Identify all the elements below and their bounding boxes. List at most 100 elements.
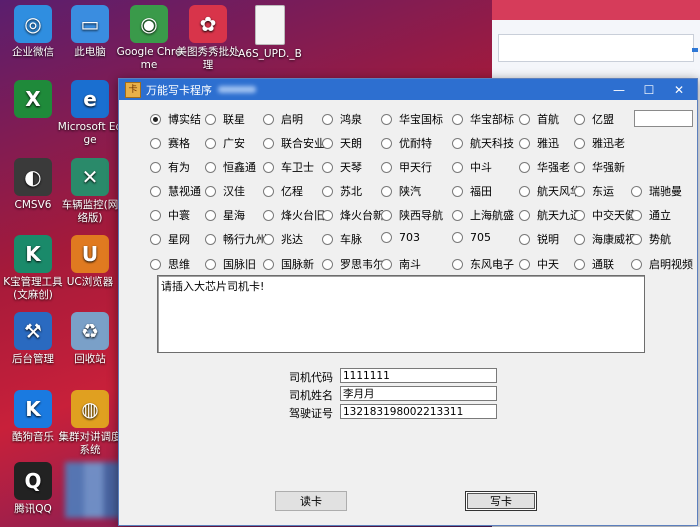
maximize-icon[interactable]: ☐ <box>635 79 663 100</box>
desktop-icon[interactable]: ◍ 集群对讲调度系统 <box>57 390 123 457</box>
radio-dot-icon <box>205 233 216 245</box>
desktop-icon[interactable]: ▭ 此电脑 <box>57 5 123 59</box>
protocol-radio[interactable]: 703 <box>381 231 420 244</box>
protocol-radio[interactable]: 海康威视 <box>574 231 636 247</box>
protocol-radio[interactable]: 705 <box>452 231 491 244</box>
desktop-icon[interactable]: Q 腾讯QQ <box>0 462 66 516</box>
protocol-radio[interactable]: 华强新 <box>574 159 625 175</box>
protocol-radio[interactable]: 通立 <box>631 207 671 223</box>
protocol-radio[interactable]: 车卫士 <box>263 159 314 175</box>
protocol-radio[interactable]: 华宝国标 <box>381 111 443 127</box>
protocol-radio[interactable]: 罗思韦尔 <box>322 256 384 272</box>
write-card-button[interactable]: 写卡 <box>465 491 537 511</box>
license-field[interactable]: 132183198002213311 <box>340 404 497 419</box>
protocol-radio[interactable]: 天朗 <box>322 135 362 151</box>
protocol-radio[interactable]: 中交天健 <box>574 207 636 223</box>
protocol-radio[interactable]: 首航 <box>519 111 559 127</box>
protocol-radio[interactable]: 甲天行 <box>381 159 432 175</box>
protocol-radio[interactable]: 通联 <box>574 256 614 272</box>
driver-code-field[interactable]: 1111111 <box>340 368 497 383</box>
protocol-radio[interactable]: 启明视频 <box>631 256 693 272</box>
protocol-radio[interactable]: 亿程 <box>263 183 303 199</box>
browser-address-bar[interactable] <box>498 34 694 62</box>
protocol-radio[interactable]: 中寰 <box>150 207 190 223</box>
radio-dot-icon <box>263 137 274 149</box>
protocol-radio[interactable]: 启明 <box>263 111 303 127</box>
protocol-radio[interactable]: 锐明 <box>519 231 559 247</box>
desktop-icon[interactable]: e Microsoft Edge <box>57 80 123 147</box>
protocol-radio[interactable]: 南斗 <box>381 256 421 272</box>
radio-dot-icon <box>322 185 333 197</box>
message-box[interactable]: 请插入大芯片司机卡! <box>157 275 645 353</box>
minimize-icon[interactable]: — <box>605 79 633 100</box>
protocol-radio[interactable]: 雅迅老 <box>574 135 625 151</box>
protocol-radio[interactable]: 有为 <box>150 159 190 175</box>
protocol-radio[interactable]: 烽火台新 <box>322 207 384 223</box>
top-right-input[interactable] <box>634 110 693 127</box>
radio-label: 势航 <box>649 233 671 246</box>
protocol-radio[interactable]: 航天九通 <box>519 207 581 223</box>
protocol-radio[interactable]: 陕汽 <box>381 183 421 199</box>
protocol-radio[interactable]: 亿盟 <box>574 111 614 127</box>
protocol-radio[interactable]: 联合安业 <box>263 135 325 151</box>
protocol-radio[interactable]: 势航 <box>631 231 671 247</box>
radio-dot-icon <box>574 137 585 149</box>
protocol-radio[interactable]: 星网 <box>150 231 190 247</box>
protocol-radio[interactable]: 国脉旧 <box>205 256 256 272</box>
protocol-radio[interactable]: 恒鑫通 <box>205 159 256 175</box>
protocol-radio[interactable]: 鸿泉 <box>322 111 362 127</box>
protocol-radio[interactable]: 慧视通 <box>150 183 201 199</box>
radio-label: 华宝部标 <box>470 113 514 126</box>
protocol-radio[interactable]: 国脉新 <box>263 256 314 272</box>
radio-label: 雅迅 <box>537 137 559 150</box>
protocol-radio[interactable]: 华宝部标 <box>452 111 514 127</box>
radio-label: 博实结 <box>168 113 201 126</box>
protocol-radio[interactable]: 联星 <box>205 111 245 127</box>
close-icon[interactable]: ✕ <box>665 79 693 100</box>
protocol-radio[interactable]: 烽火台旧 <box>263 207 325 223</box>
desktop-icon[interactable]: ♻ 回收站 <box>57 312 123 366</box>
read-card-button[interactable]: 读卡 <box>275 491 347 511</box>
protocol-radio[interactable]: 广安 <box>205 135 245 151</box>
protocol-radio[interactable]: 华强老 <box>519 159 570 175</box>
radio-dot-icon <box>263 113 274 125</box>
radio-label: 亿程 <box>281 185 303 198</box>
title-bar[interactable]: 卡 万能写卡程序 — ☐ ✕ <box>119 79 697 100</box>
radio-dot-icon <box>519 185 530 197</box>
protocol-radio[interactable]: 中斗 <box>452 159 492 175</box>
radio-label: 华宝国标 <box>399 113 443 126</box>
radio-dot-icon <box>519 137 530 149</box>
protocol-radio[interactable]: 陕西导航 <box>381 207 443 223</box>
protocol-radio[interactable]: 航天风华 <box>519 183 581 199</box>
radio-label: 汉佳 <box>223 185 245 198</box>
protocol-radio[interactable]: 瑞驰曼 <box>631 183 682 199</box>
desktop-icon[interactable]: ✿ 美图秀秀批处理 <box>175 5 241 72</box>
protocol-radio[interactable]: 车脉 <box>322 231 362 247</box>
protocol-radio[interactable]: 中天 <box>519 256 559 272</box>
desktop-icon[interactable]: A6S_UPD._B <box>237 5 303 61</box>
window-title: 万能写卡程序 <box>146 83 212 97</box>
driver-name-field[interactable]: 李月月 <box>340 386 497 401</box>
protocol-radio[interactable]: 东风电子 <box>452 256 514 272</box>
protocol-radio[interactable]: 航天科技 <box>452 135 514 151</box>
protocol-radio[interactable]: 天琴 <box>322 159 362 175</box>
protocol-radio[interactable]: 星海 <box>205 207 245 223</box>
protocol-radio[interactable]: 上海航盛 <box>452 207 514 223</box>
protocol-radio[interactable]: 福田 <box>452 183 492 199</box>
radio-label: 中交天健 <box>592 209 636 222</box>
protocol-radio[interactable]: 东运 <box>574 183 614 199</box>
protocol-radio[interactable]: 优耐特 <box>381 135 432 151</box>
protocol-radio[interactable]: 兆达 <box>263 231 303 247</box>
protocol-radio[interactable]: 思维 <box>150 256 190 272</box>
protocol-radio[interactable]: 苏北 <box>322 183 362 199</box>
desktop-icon[interactable]: ◉ Google Chrome <box>116 5 182 72</box>
protocol-radio[interactable]: 博实结 <box>150 111 201 127</box>
protocol-radio[interactable]: 赛格 <box>150 135 190 151</box>
desktop-icon[interactable]: ✕ 车辆监控(网络版) <box>57 158 123 225</box>
pixelated-icon <box>65 462 123 518</box>
protocol-radio[interactable]: 汉佳 <box>205 183 245 199</box>
protocol-radio[interactable]: 雅迅 <box>519 135 559 151</box>
protocol-radio[interactable]: 畅行九州 <box>205 231 267 247</box>
desktop-icon[interactable]: U UC浏览器 <box>57 235 123 289</box>
radio-dot-icon <box>631 185 642 197</box>
